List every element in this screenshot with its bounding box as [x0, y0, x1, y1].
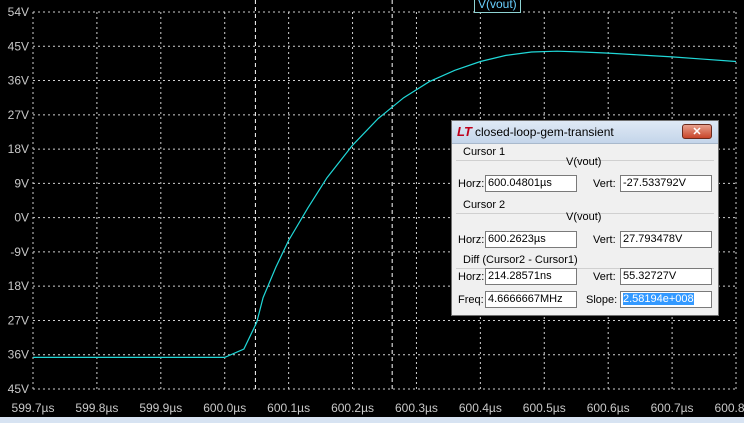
cursor2-signal: V(vout) [566, 211, 602, 223]
y-axis-tick-labels: 54V 45V 36V 27V 18V 9V 0V -9V 18V 27V 36V 45V [8, 5, 29, 396]
cursor1-vert-label: Vert: [593, 178, 616, 190]
y-tick-label: 27V [8, 313, 29, 327]
x-tick-label: 600.5µs [523, 401, 566, 415]
x-tick-label: 599.7µs [12, 401, 55, 415]
y-tick-label: 36V [8, 348, 29, 362]
diff-slope-label: Slope: [586, 294, 618, 306]
cursor1-signal: V(vout) [566, 156, 602, 168]
diff-vert-label: Vert: [593, 271, 616, 283]
x-tick-label: 600.3µs [395, 401, 438, 415]
diff-horz-label: Horz: [458, 271, 485, 283]
cursor2-horz-label: Horz: [458, 234, 485, 246]
cursor1-label: Cursor 1 [463, 146, 506, 158]
y-tick-label: 45V [8, 39, 29, 53]
y-tick-label: 0V [14, 211, 29, 225]
x-tick-label: 600.6µs [587, 401, 630, 415]
cursor1-horz-field[interactable]: 600.04801µs [485, 175, 577, 192]
close-button[interactable]: ✕ [682, 124, 712, 139]
cursor-readout-dialog: LT closed-loop-gem-transient ✕ Cursor 1 … [451, 120, 719, 316]
diff-label: Diff (Cursor2 - Cursor1) [463, 254, 578, 266]
cursor1-horz-label: Horz: [458, 178, 485, 190]
y-tick-label: 27V [8, 108, 29, 122]
y-tick-label: 36V [8, 74, 29, 88]
diff-section-header: Diff (Cursor2 - Cursor1) [456, 254, 714, 269]
x-tick-label: 600.0µs [203, 401, 246, 415]
x-tick-label: 600.2µs [331, 401, 374, 415]
dialog-title: closed-loop-gem-transient [475, 125, 614, 139]
diff-vert-field[interactable]: 55.32727V [620, 268, 712, 285]
x-tick-label: 599.9µs [139, 401, 182, 415]
dialog-titlebar[interactable]: LT closed-loop-gem-transient ✕ [452, 121, 718, 144]
cursor2-label: Cursor 2 [463, 199, 506, 211]
y-tick-label: 54V [8, 5, 29, 19]
x-tick-label: 600.7µs [651, 401, 694, 415]
diff-horz-field[interactable]: 214.28571ns [485, 268, 577, 285]
diff-freq-label: Freq: [458, 294, 484, 306]
y-tick-label: 18V [8, 279, 29, 293]
y-tick-label: 45V [8, 382, 29, 396]
diff-freq-field[interactable]: 4.6666667MHz [485, 291, 577, 308]
ltspice-app-icon: LT [457, 124, 472, 139]
trace-label-vout[interactable]: V(vout) [474, 0, 521, 13]
y-tick-label: 18V [8, 142, 29, 156]
x-tick-label: 599.8µs [75, 401, 118, 415]
status-bar [0, 417, 744, 423]
x-axis-tick-labels: 599.7µs 599.8µs 599.9µs 600.0µs 600.1µs 600.2… [12, 401, 744, 415]
x-tick-label: 600.8µs [715, 401, 744, 415]
y-tick-label: -9V [10, 245, 29, 259]
diff-slope-value: 2.58194e+008 [623, 293, 694, 305]
cursor2-horz-field[interactable]: 600.2623µs [485, 231, 577, 248]
diff-slope-field[interactable]: 2.58194e+008 [620, 291, 712, 308]
cursor1-vert-field[interactable]: -27.533792V [620, 175, 712, 192]
x-tick-label: 600.1µs [267, 401, 310, 415]
x-tick-label: 600.4µs [459, 401, 502, 415]
cursor2-vert-label: Vert: [593, 234, 616, 246]
cursor2-vert-field[interactable]: 27.793478V [620, 231, 712, 248]
y-tick-label: 9V [14, 176, 29, 190]
cursor-lines[interactable] [254, 0, 393, 389]
